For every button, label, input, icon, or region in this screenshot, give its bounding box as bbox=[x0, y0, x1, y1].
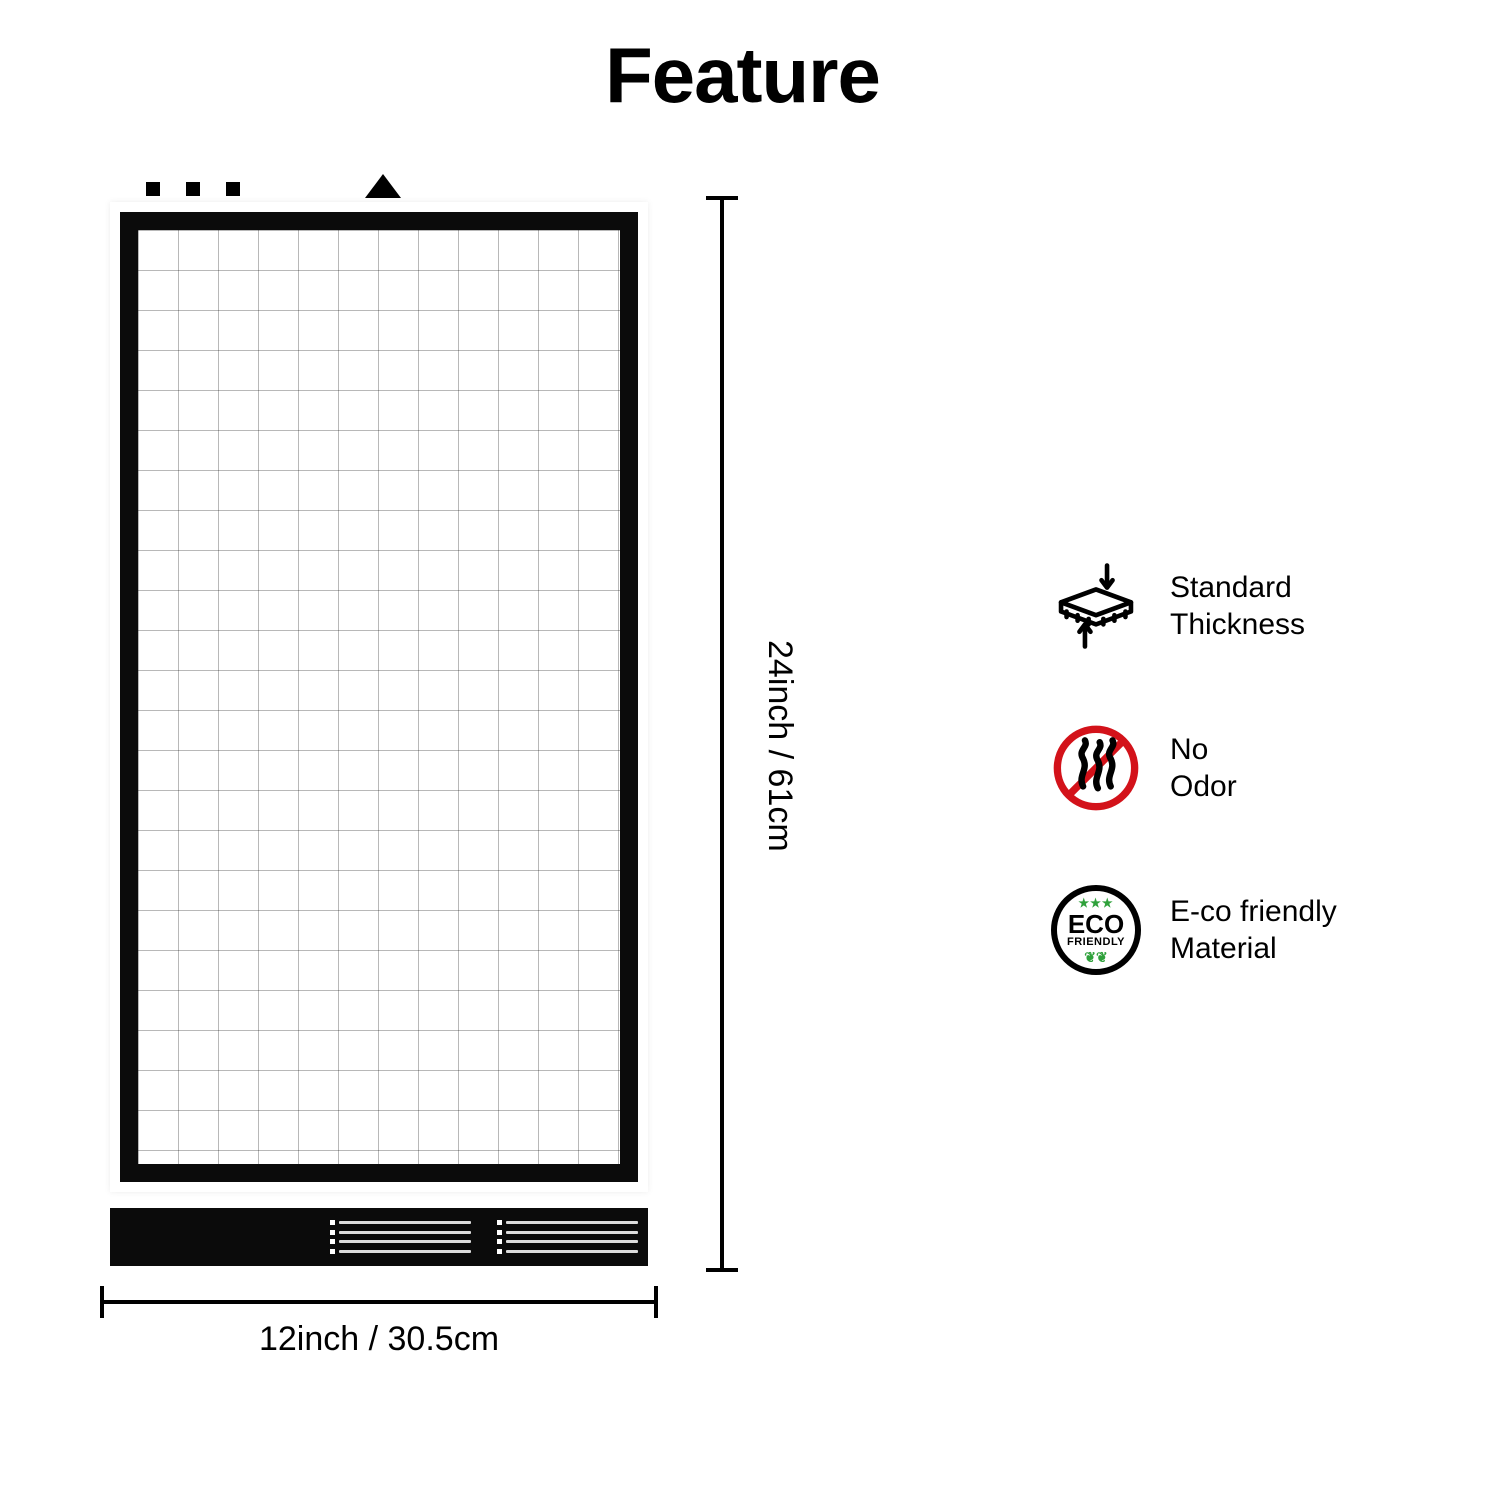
feature-eco: ★★★ ECO FRIENDLY ❦❦ E-co friendly Materi… bbox=[1050, 884, 1450, 976]
grid-icon bbox=[138, 230, 620, 1164]
alignment-marks bbox=[110, 174, 648, 200]
no-odor-icon bbox=[1050, 722, 1142, 814]
feed-arrow-icon bbox=[365, 174, 401, 198]
eco-icon: ★★★ ECO FRIENDLY ❦❦ bbox=[1050, 884, 1142, 976]
feature-no-odor: No Odor bbox=[1050, 722, 1450, 814]
feature-thickness: Standard Thickness bbox=[1050, 560, 1450, 652]
feature-eco-label: E-co friendly Material bbox=[1170, 893, 1337, 968]
eco-badge-bottom: FRIENDLY bbox=[1067, 937, 1125, 948]
feature-list: Standard Thickness No Odor ★★★ E bbox=[1050, 560, 1450, 976]
feature-no-odor-label: No Odor bbox=[1170, 731, 1237, 806]
height-dimension-label: 24inch / 61cm bbox=[760, 640, 799, 852]
height-dimension-line bbox=[702, 196, 742, 1272]
feature-thickness-label: Standard Thickness bbox=[1170, 569, 1305, 644]
eco-badge-top: ECO bbox=[1068, 911, 1124, 937]
product-image bbox=[110, 174, 648, 1276]
mat-label-strip bbox=[110, 1208, 648, 1266]
thickness-icon bbox=[1050, 560, 1142, 652]
page-title: Feature bbox=[0, 30, 1485, 121]
width-dimension-label: 12inch / 30.5cm bbox=[100, 1320, 658, 1359]
cutting-mat bbox=[110, 202, 648, 1192]
